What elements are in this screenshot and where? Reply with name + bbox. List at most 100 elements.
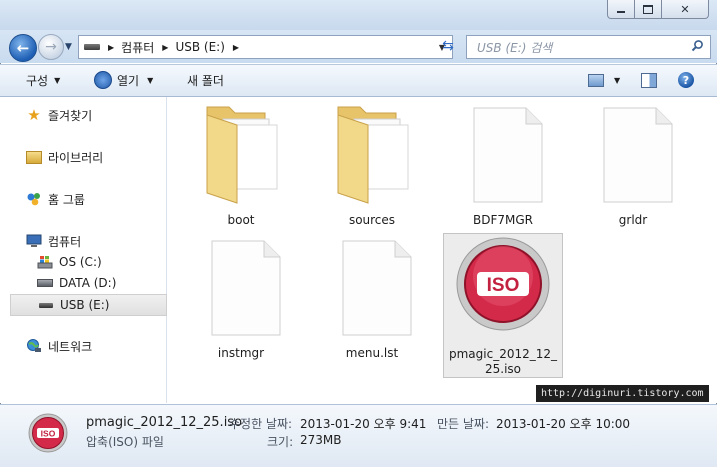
size-value: 273MB (300, 433, 342, 447)
help-icon: ? (678, 72, 694, 88)
file-name: sources (348, 213, 396, 227)
change-view-button[interactable]: ▼ (588, 70, 620, 90)
breadcrumb-separator-icon[interactable]: ▶ (233, 43, 239, 52)
file-icon (585, 101, 681, 209)
forward-button[interactable]: → (38, 34, 64, 60)
watermark: http://diginuri.tistory.com (536, 385, 709, 402)
minimize-button[interactable] (607, 0, 635, 19)
file-icon (455, 101, 551, 209)
file-list-area: boot sources BDF7MGR grldr instmgr menu.… (167, 97, 717, 403)
list-item[interactable]: ISO pmagic_2012_12_25.iso (443, 233, 563, 378)
sidebar-item-homegroup[interactable]: 홈 그룹 (10, 189, 165, 209)
folder-icon (324, 101, 420, 209)
computer-icon (26, 233, 42, 249)
help-button[interactable]: ? (678, 70, 694, 90)
back-arrow-icon: ← (16, 39, 30, 57)
sidebar-item-label: 홈 그룹 (48, 192, 85, 207)
drive-icon (37, 275, 53, 291)
sidebar-item-label: 네트워크 (48, 339, 93, 354)
file-name-text: pmagic_2012_12_25.iso (448, 347, 558, 376)
file-icon (324, 234, 420, 342)
sidebar-item-network[interactable]: 네트워크 (10, 336, 165, 356)
network-icon (26, 338, 42, 354)
minimize-icon (617, 11, 625, 13)
refresh-button[interactable]: ⇆ (438, 37, 458, 55)
breadcrumb-separator-icon[interactable]: ▶ (108, 43, 114, 52)
created-value: 2013-01-20 오후 10:00 (496, 417, 631, 431)
sidebar-item-label: OS (C:) (59, 255, 102, 269)
sidebar-item-libraries[interactable]: 라이브러리 (10, 147, 165, 167)
file-name: pmagic_2012_12_25.iso (448, 347, 558, 377)
search-box[interactable]: USB (E:) 검색 (466, 35, 711, 59)
list-item[interactable]: sources (314, 101, 430, 241)
breadcrumb-usb[interactable]: USB (E:) (175, 40, 224, 54)
sidebar-item-computer[interactable]: 컴퓨터 (10, 231, 165, 251)
sidebar-item-drive-d[interactable]: DATA (D:) (10, 273, 165, 293)
sidebar-item-label: 즐겨찾기 (48, 108, 93, 123)
list-item[interactable]: grldr (575, 101, 691, 241)
file-name: boot (227, 213, 255, 227)
chevron-down-icon: ▼ (65, 42, 72, 52)
maximize-button[interactable] (634, 0, 662, 19)
breadcrumb-separator-icon[interactable]: ▶ (162, 43, 168, 52)
sidebar-item-label: 컴퓨터 (48, 234, 82, 249)
usb-drive-icon (38, 297, 54, 313)
star-icon: ★ (27, 106, 41, 124)
forward-arrow-icon: → (45, 39, 57, 55)
created-label: 만든 날짜: (437, 417, 490, 431)
search-input[interactable]: USB (E:) 검색 (467, 39, 691, 56)
sidebar-item-label: 라이브러리 (48, 150, 104, 165)
organize-button[interactable]: 구성 ▼ (26, 70, 60, 90)
windows-drive-icon (37, 254, 53, 270)
file-name: BDF7MGR (473, 213, 533, 227)
refresh-icon: ⇆ (442, 38, 454, 54)
navigation-pane: ★ 즐겨찾기 라이브러리 홈 그룹 컴퓨터 OS (C:) DATA (D:) … (0, 97, 167, 403)
file-name: instmgr (217, 346, 265, 360)
list-item[interactable]: BDF7MGR (445, 101, 561, 241)
file-name: grldr (618, 213, 648, 227)
file-icon (193, 234, 289, 342)
new-folder-button[interactable]: 새 폴더 (187, 70, 224, 90)
homegroup-icon (26, 191, 42, 207)
sidebar-item-drive-e[interactable]: USB (E:) (10, 294, 167, 316)
preview-pane-icon (641, 72, 657, 88)
folder-icon (193, 101, 289, 209)
iso-file-icon: ISO (28, 413, 68, 453)
maximize-icon (643, 4, 653, 14)
close-icon: ✕ (680, 2, 690, 16)
view-icon (588, 73, 604, 87)
modified-value: 2013-01-20 오후 9:41 (300, 417, 427, 431)
new-folder-label: 새 폴더 (187, 73, 224, 88)
close-button[interactable]: ✕ (661, 0, 709, 19)
recent-pages-button[interactable]: ▼ (65, 42, 75, 52)
sidebar-item-label: USB (E:) (60, 298, 110, 312)
address-bar[interactable]: ▶ 컴퓨터 ▶ USB (E:) ▶ (78, 35, 435, 59)
search-icon[interactable] (691, 39, 704, 55)
details-filetype: 압축(ISO) 파일 (86, 435, 164, 449)
open-with-icon (94, 71, 112, 89)
iso-badge-text: ISO (41, 429, 56, 439)
list-item[interactable]: instmgr (183, 234, 299, 374)
breadcrumb-computer[interactable]: 컴퓨터 (121, 39, 154, 56)
list-item[interactable]: menu.lst (314, 234, 430, 374)
size-label: 크기: (267, 435, 294, 449)
chevron-down-icon: ▼ (147, 75, 154, 85)
chevron-down-icon: ▼ (614, 75, 621, 85)
list-item[interactable]: boot (183, 101, 299, 241)
open-label: 열기 (117, 73, 140, 88)
iso-file-icon: ISO (455, 236, 551, 341)
chevron-down-icon: ▼ (54, 75, 61, 85)
back-button[interactable]: ← (9, 34, 37, 62)
modified-label: 수정한 날짜: (229, 417, 293, 431)
details-pane: ISO pmagic_2012_12_25.iso 압축(ISO) 파일 수정한… (0, 404, 717, 467)
drive-icon (84, 44, 100, 50)
details-filename: pmagic_2012_12_25.iso (86, 415, 243, 430)
sidebar-item-favorites[interactable]: ★ 즐겨찾기 (10, 105, 165, 125)
sidebar-item-label: DATA (D:) (59, 276, 117, 290)
iso-badge-text: ISO (487, 275, 520, 296)
open-button[interactable]: 열기 ▼ (94, 70, 153, 90)
library-icon (26, 149, 42, 165)
file-name: menu.lst (345, 346, 399, 360)
preview-pane-button[interactable] (641, 70, 657, 90)
sidebar-item-drive-c[interactable]: OS (C:) (10, 252, 165, 272)
